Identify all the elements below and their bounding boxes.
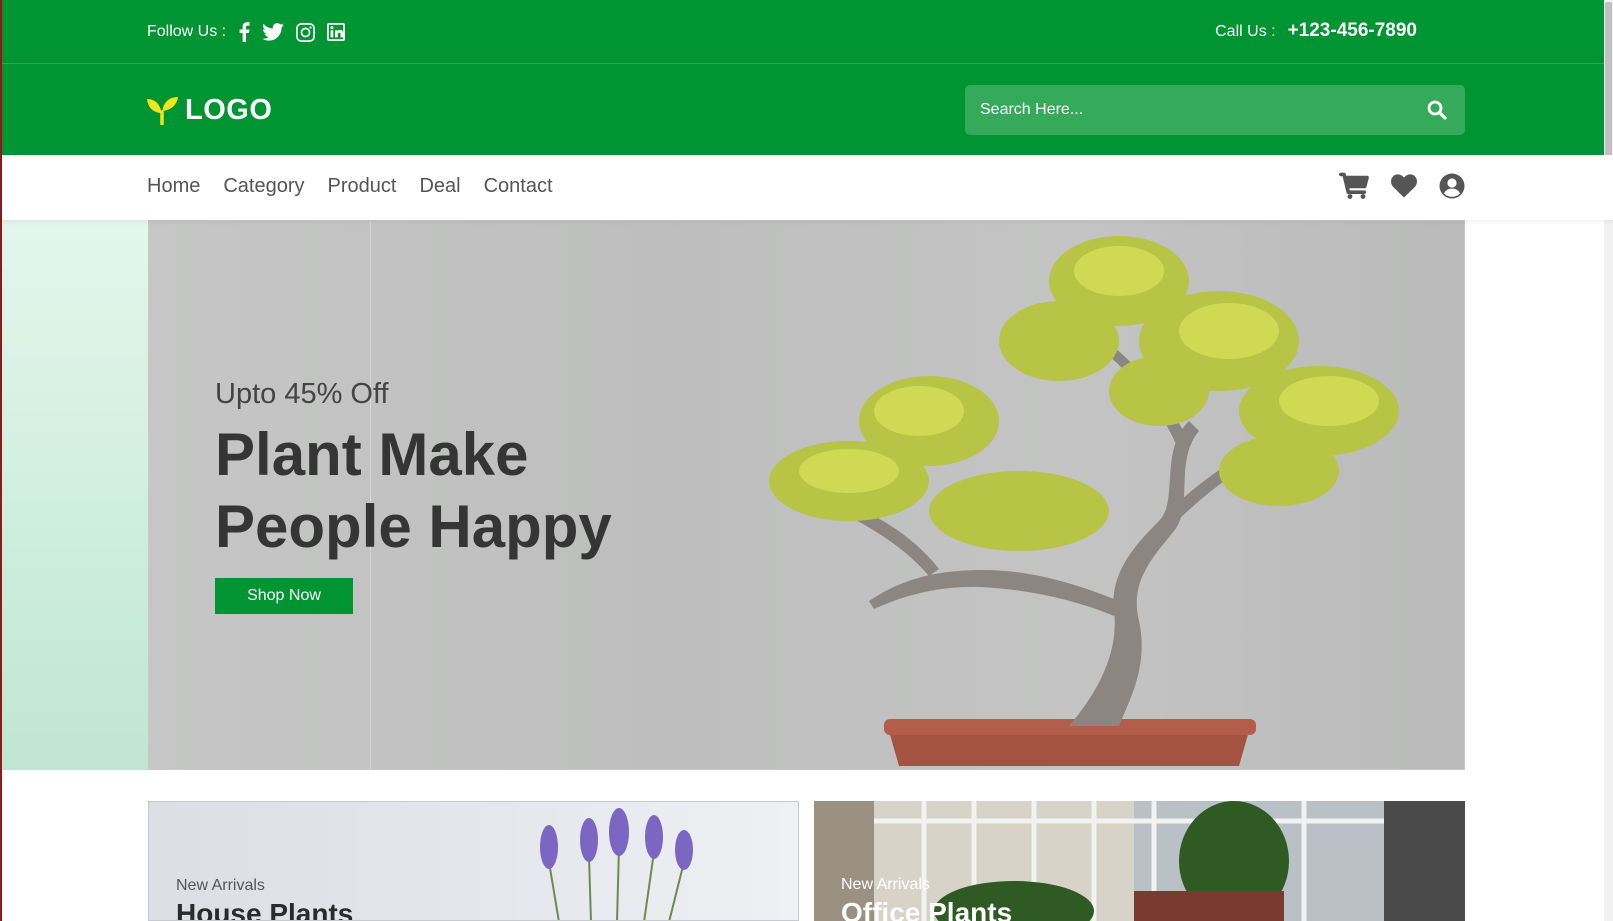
card-subtitle: New Arrivals [176,877,265,894]
instagram-icon[interactable] [296,22,316,42]
twitter-icon[interactable] [262,23,284,41]
bonsai-tree-image [769,236,1399,766]
hero-banner: Upto 45% Off Plant Make People Happy Sho… [148,220,1465,770]
office-plants-card[interactable]: New Arrivals Office Plants [814,801,1465,921]
facebook-icon[interactable] [238,22,250,42]
nav-link-product[interactable]: Product [328,175,397,198]
header: LOGO [2,64,1613,155]
follow-us-label: Follow Us : [147,23,227,40]
nav-icons [1317,172,1465,199]
logo[interactable]: LOGO [147,94,272,127]
follow-us: Follow Us : [147,19,357,45]
user-icon[interactable] [1439,173,1465,199]
nav-links: Home Category Product Deal Contact [147,175,576,198]
search-bar [965,85,1465,135]
call-us: Call Us : +123-456-7890 [1215,20,1417,42]
shop-now-button[interactable]: Shop Now [215,578,353,614]
hero-subtitle: Upto 45% Off [215,378,389,410]
card-title: Office Plants [841,897,1013,921]
hero-side-backdrop [2,220,148,770]
nav-link-home[interactable]: Home [147,175,200,198]
logo-text: LOGO [185,94,273,126]
nav-link-contact[interactable]: Contact [484,175,553,198]
phone-number[interactable]: +123-456-7890 [1288,20,1417,42]
top-bar: Follow Us : Call Us : +123-456-7890 [2,0,1613,64]
search-icon [1427,100,1447,120]
main-nav: Home Category Product Deal Contact [2,155,1613,220]
card-subtitle: New Arrivals [841,876,930,893]
card-title: House Plants [176,898,354,921]
search-input[interactable] [965,85,1409,135]
nav-link-deal[interactable]: Deal [419,175,460,198]
search-button[interactable] [1409,85,1465,135]
hero-title: Plant Make People Happy [215,421,612,560]
scrollbar[interactable] [1604,0,1613,921]
nav-link-category[interactable]: Category [223,175,304,198]
heart-icon[interactable] [1391,173,1417,198]
cart-icon[interactable] [1339,172,1369,199]
sprout-icon [147,96,178,125]
house-plants-card[interactable]: New Arrivals House Plants [148,801,799,921]
linkedin-icon[interactable] [327,23,346,41]
lavender-image [540,808,693,920]
call-us-label: Call Us : [1215,23,1276,40]
